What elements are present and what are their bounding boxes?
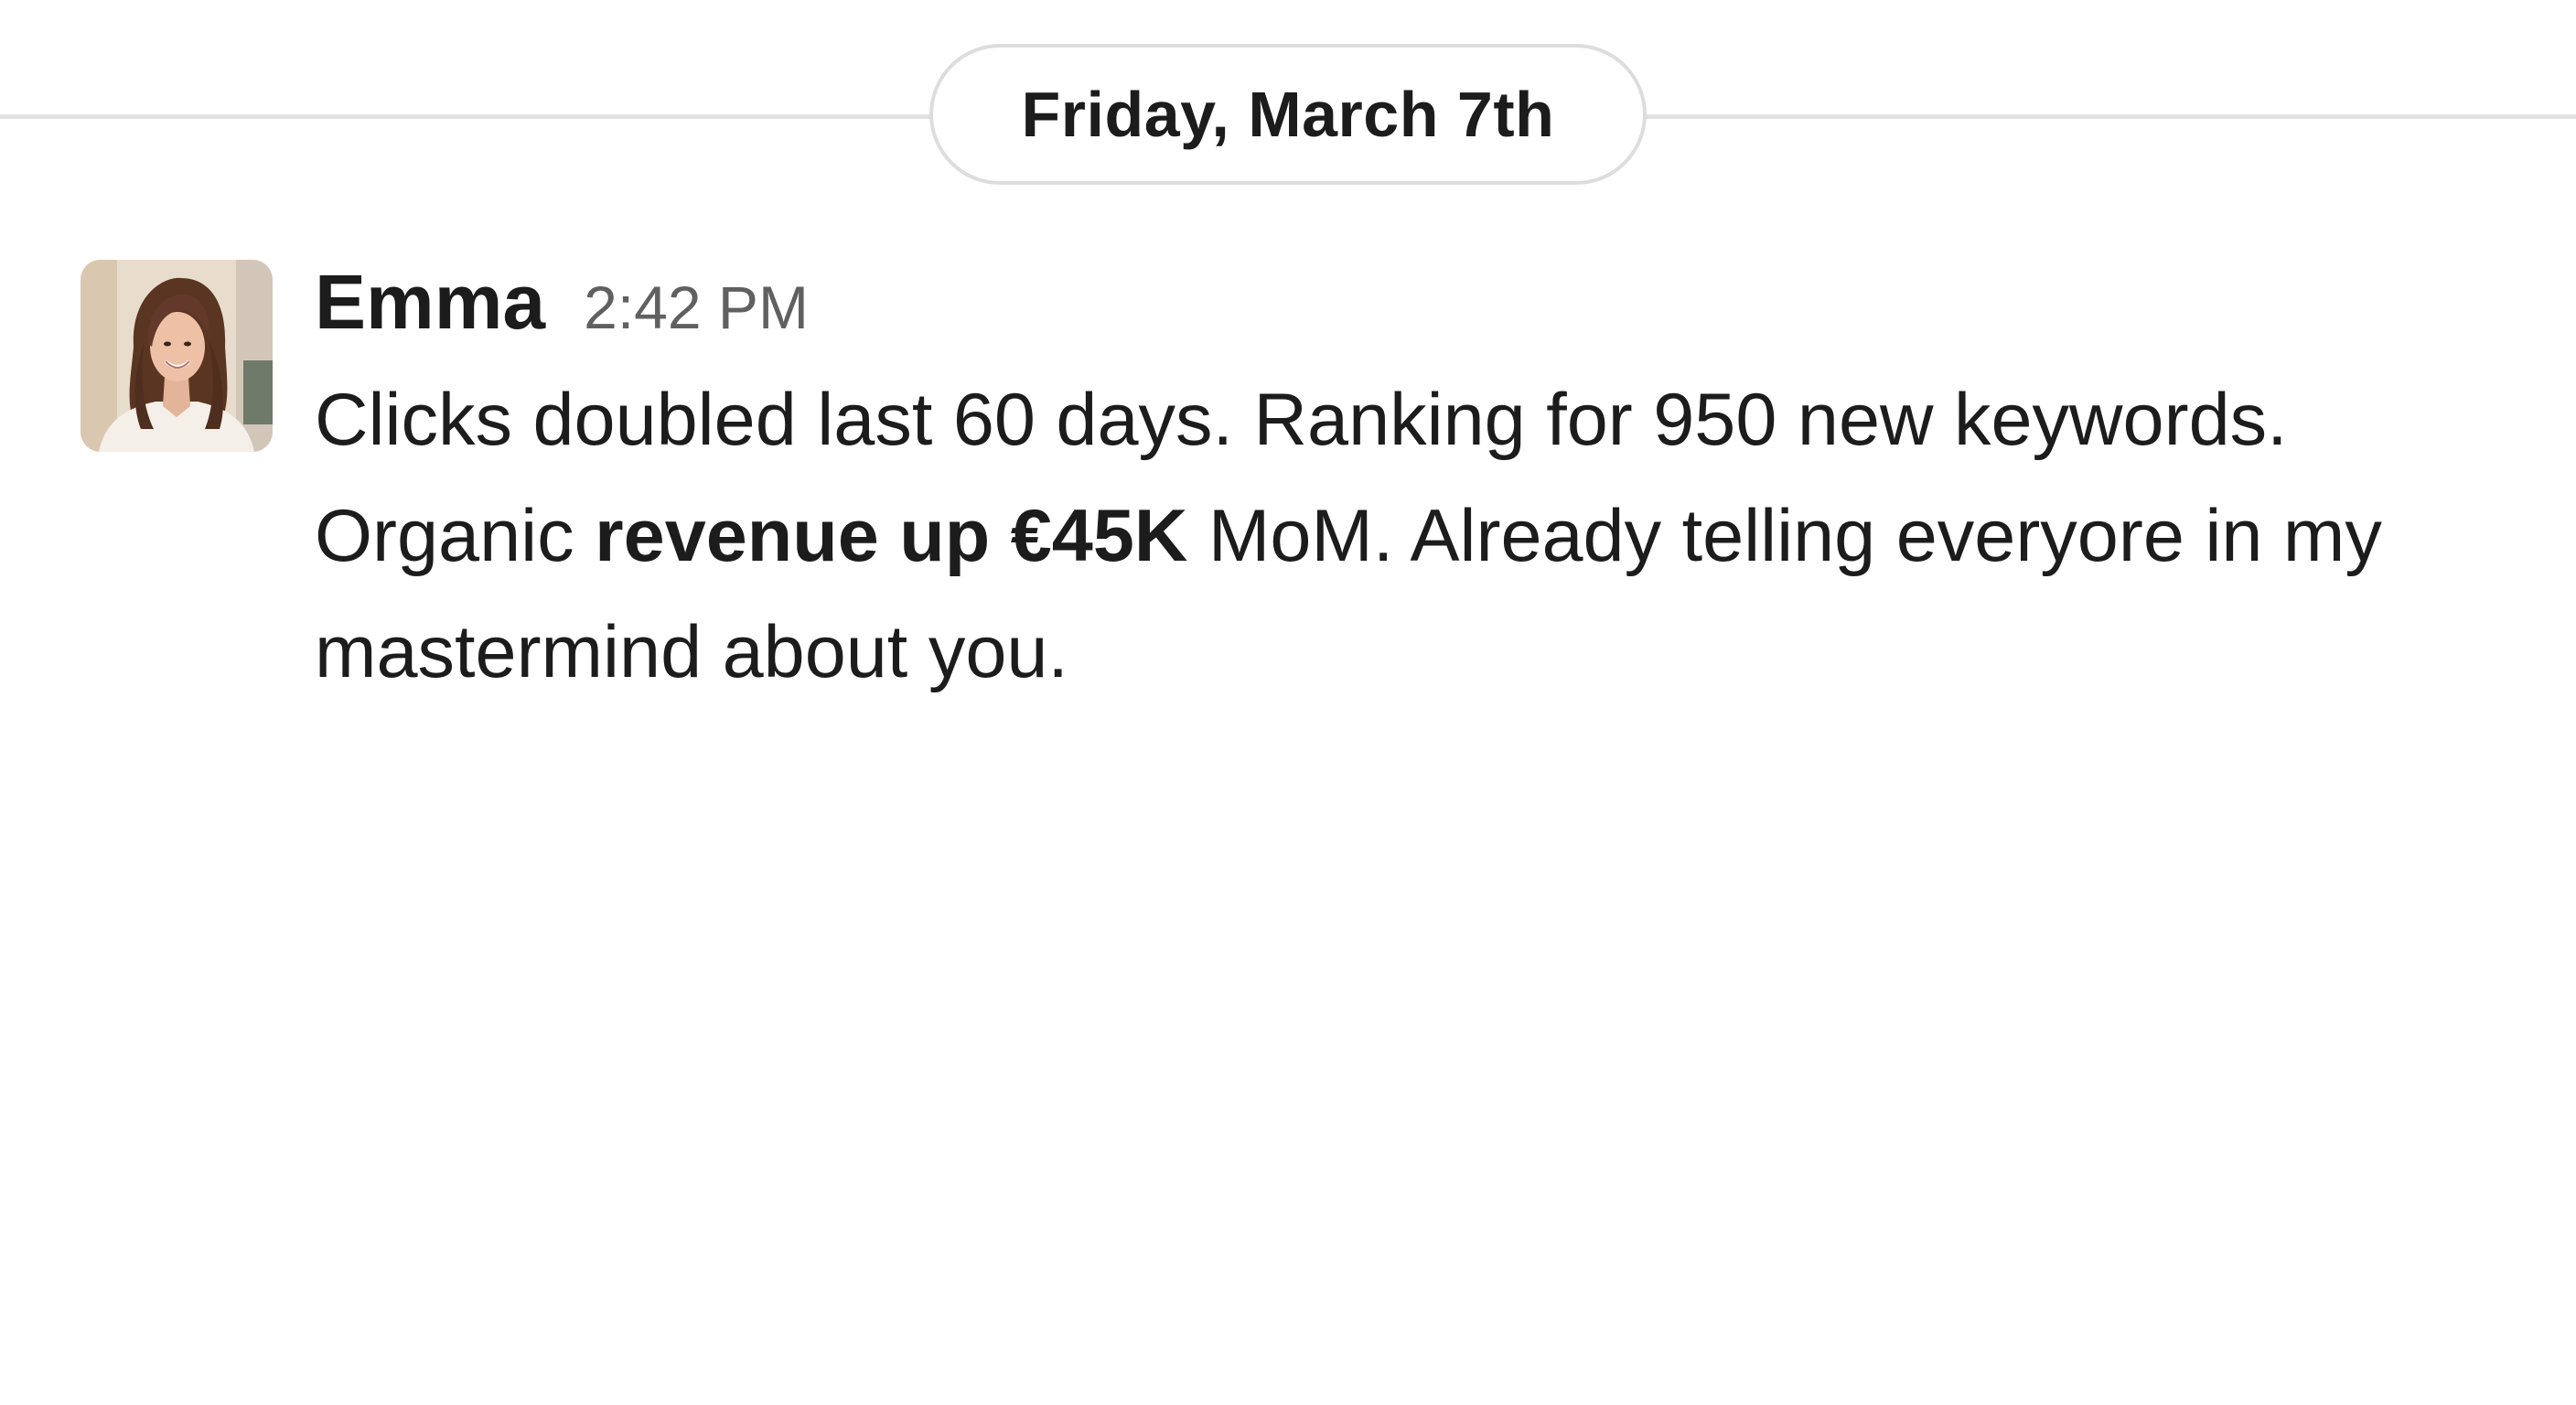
avatar[interactable] [80, 260, 273, 452]
message-header: Emma 2:42 PM [315, 260, 2510, 344]
message-body: Emma 2:42 PM Clicks doubled last 60 days… [315, 260, 2510, 711]
message-timestamp[interactable]: 2:42 PM [584, 265, 809, 349]
message-text: Clicks doubled last 60 days. Ranking for… [315, 362, 2528, 711]
date-pill-button[interactable]: Friday, March 7th [929, 44, 1647, 185]
user-avatar-icon [80, 260, 273, 452]
date-divider: Friday, March 7th [0, 44, 2576, 190]
author-name[interactable]: Emma [315, 260, 545, 344]
message-text-bold: revenue up €45K [595, 495, 1188, 577]
